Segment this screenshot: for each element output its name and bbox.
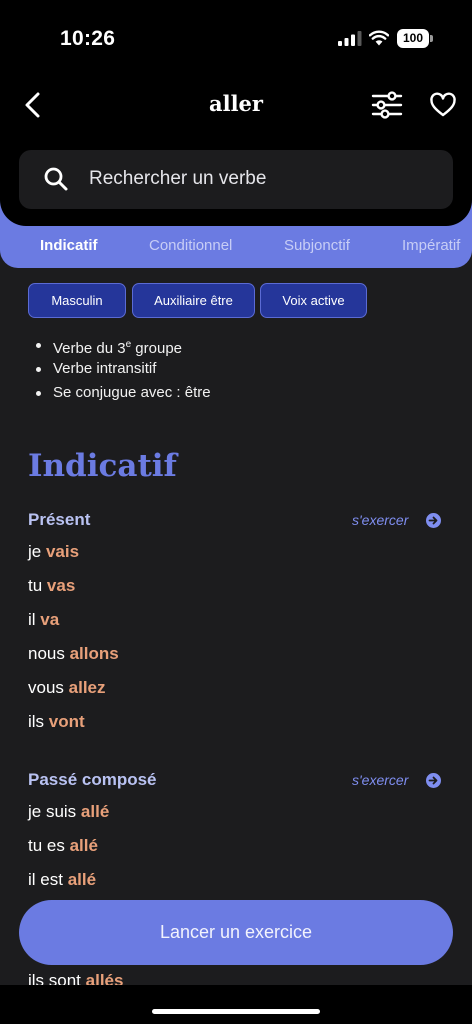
- tab-indicatif[interactable]: Indicatif: [40, 237, 98, 254]
- battery-level: 100: [397, 29, 429, 48]
- home-indicator[interactable]: [152, 1009, 320, 1014]
- search-field[interactable]: Rechercher un verbe: [19, 150, 453, 209]
- nav-bar: aller: [0, 80, 472, 130]
- tab-conditionnel[interactable]: Conditionnel: [149, 237, 232, 254]
- tense-title-passe-compose: Passé composé: [28, 770, 157, 789]
- tense-title-present: Présent: [28, 510, 91, 529]
- status-time: 10:26: [60, 27, 116, 50]
- cellular-signal-icon: [338, 31, 362, 46]
- tab-imperatif[interactable]: Impératif: [402, 237, 460, 254]
- arrow-right-icon[interactable]: [426, 773, 441, 788]
- wifi-icon: [369, 30, 389, 46]
- exercise-link-passe-compose[interactable]: s'exercer: [352, 772, 408, 788]
- conjugation-line: il est allé: [28, 870, 97, 889]
- conjugation-line: ils vont: [28, 712, 85, 731]
- favorite-heart-icon[interactable]: [429, 92, 457, 118]
- search-icon: [44, 167, 68, 191]
- chip-gender[interactable]: Masculin: [28, 283, 126, 318]
- conjugation-line: je suis allé: [28, 802, 110, 821]
- conjugation-line: tu es allé: [28, 836, 98, 855]
- chip-auxiliary[interactable]: Auxiliaire être: [132, 283, 255, 318]
- search-placeholder: Rechercher un verbe: [89, 168, 267, 189]
- filters-icon[interactable]: [370, 90, 404, 120]
- battery-icon: 100: [397, 29, 433, 48]
- exercise-link-present[interactable]: s'exercer: [352, 512, 408, 528]
- start-exercise-button[interactable]: Lancer un exercice: [19, 900, 453, 965]
- verb-auxiliary-item: Se conjugue avec : être: [36, 383, 211, 407]
- conjugation-line: je vais: [28, 542, 80, 561]
- verb-info-list: Verbe du 3e groupe Verbe intransitif Se …: [36, 335, 211, 407]
- arrow-right-icon[interactable]: [426, 513, 441, 528]
- verb-group-item: Verbe du 3e groupe: [36, 335, 211, 359]
- chip-voice[interactable]: Voix active: [260, 283, 367, 318]
- conjugation-line: nous allons: [28, 644, 119, 663]
- conjugation-line: il va: [28, 610, 60, 629]
- verb-type-item: Verbe intransitif: [36, 359, 211, 383]
- mood-section-title: Indicatif: [28, 448, 177, 484]
- tab-subjonctif[interactable]: Subjonctif: [284, 237, 350, 254]
- conjugation-line: vous allez: [28, 678, 106, 697]
- status-bar: 10:26 100: [0, 0, 472, 76]
- header: 10:26 100 aller Rechercher un verbe: [0, 0, 472, 226]
- bottom-bar: [0, 985, 472, 1024]
- conjugation-line: tu vas: [28, 576, 76, 595]
